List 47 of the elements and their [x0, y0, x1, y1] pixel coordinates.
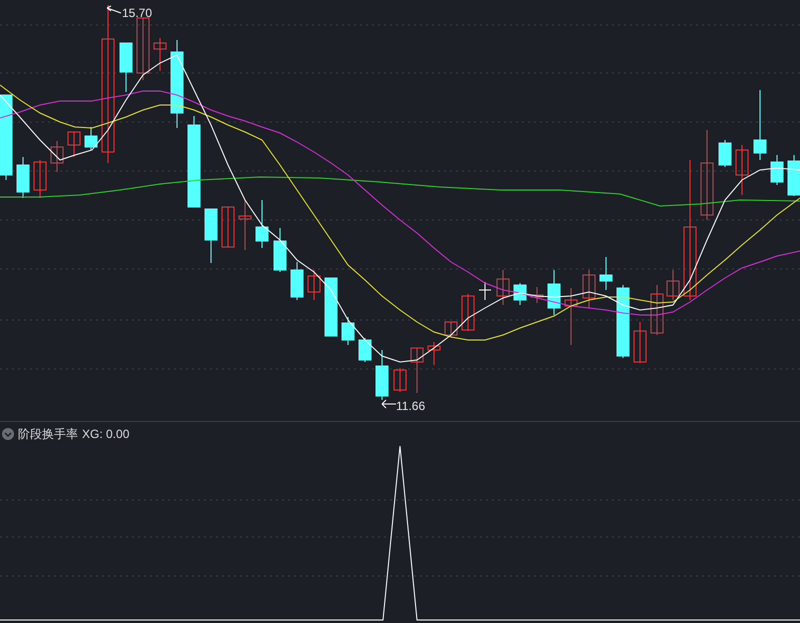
candle [274, 228, 286, 272]
candle [718, 140, 732, 168]
candle [154, 38, 166, 72]
indicator-reading: XG: 0.00 [82, 426, 130, 443]
candle [222, 206, 234, 248]
candle [394, 368, 406, 392]
candle [478, 282, 492, 300]
candle [666, 270, 680, 300]
candle [84, 126, 98, 150]
candle [16, 156, 30, 198]
candle [462, 294, 474, 332]
candle [136, 18, 150, 80]
candle [308, 270, 320, 300]
candle [564, 288, 578, 346]
candle [50, 140, 64, 172]
candle [754, 90, 766, 160]
indicator-name: 阶段换手率 [18, 426, 78, 443]
candle [410, 348, 424, 394]
candle [770, 154, 784, 186]
chevron-down-icon[interactable] [2, 428, 14, 440]
candle [530, 286, 544, 304]
candle [204, 208, 218, 264]
high-price-label: 15.70 [122, 5, 152, 22]
candle [376, 350, 388, 400]
candle [358, 338, 372, 362]
candle [342, 316, 354, 346]
candle [34, 160, 46, 198]
candle [68, 132, 80, 158]
arrow-icon [381, 399, 397, 409]
candle [600, 256, 612, 290]
candle [736, 144, 748, 196]
candle [120, 42, 132, 92]
candle [634, 322, 646, 364]
candle [324, 278, 338, 336]
candle [514, 282, 526, 306]
candle [788, 154, 800, 196]
candle [650, 284, 664, 336]
low-price-label: 11.66 [396, 398, 426, 415]
candle [428, 342, 440, 366]
candle [444, 322, 458, 338]
candle [256, 200, 268, 248]
candle [496, 270, 510, 306]
candle [238, 200, 252, 250]
arrow-icon [106, 5, 122, 15]
candle [582, 270, 596, 308]
candle [548, 270, 560, 316]
candle [290, 262, 304, 300]
